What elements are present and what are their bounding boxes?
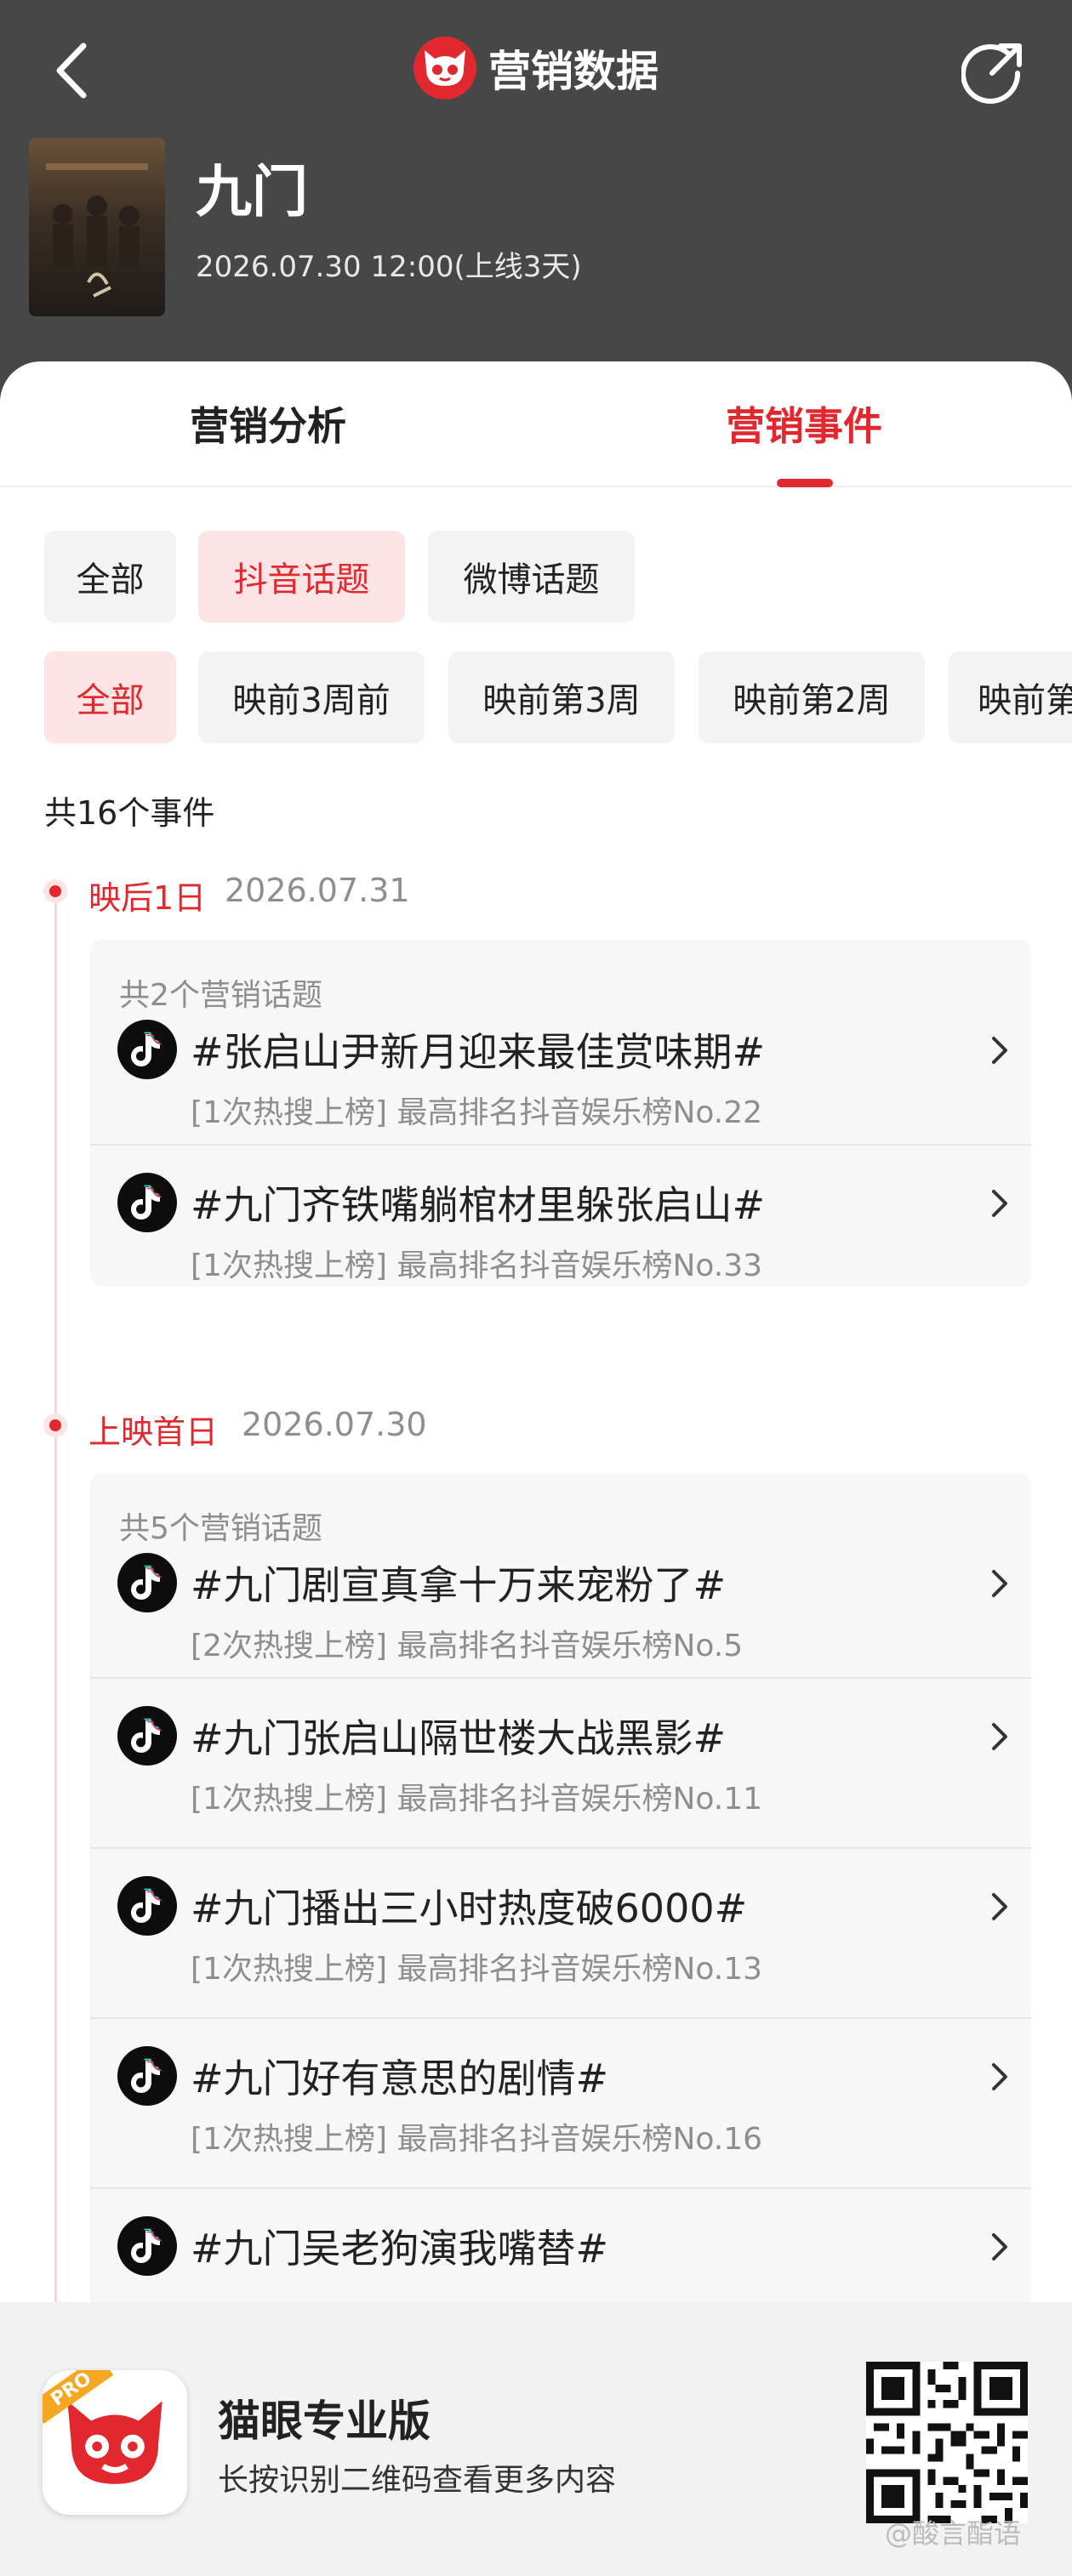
maoyan-logo-icon bbox=[413, 37, 476, 100]
topic-title: #张启山尹新月迎来最佳赏味期# bbox=[191, 1029, 766, 1075]
divider bbox=[90, 2187, 1031, 2189]
douyin-icon bbox=[117, 2216, 177, 2276]
douyin-icon bbox=[117, 1020, 177, 1079]
card-topic-count: 共5个营销话题 bbox=[119, 1511, 322, 1546]
douyin-icon bbox=[117, 1553, 177, 1612]
divider bbox=[90, 1144, 1031, 1146]
chevron-right-icon bbox=[992, 1893, 1007, 1920]
divider bbox=[90, 1847, 1031, 1849]
watermark: @酸言酯语 bbox=[885, 2517, 1022, 2550]
page-title: 营销数据 bbox=[488, 47, 659, 96]
event-card: 共2个营销话题 #张启山尹新月迎来最佳赏味期# [1次热搜上榜] 最高排名抖音娱… bbox=[90, 940, 1031, 1287]
movie-release-date: 2026.07.30 12:00(上线3天) bbox=[196, 250, 582, 284]
filter-period-all[interactable]: 全部 bbox=[44, 651, 176, 743]
topic-title: #九门齐铁嘴躺棺材里躲张启山# bbox=[191, 1182, 766, 1228]
filter-period-pre-week2[interactable]: 映前第2周 bbox=[699, 651, 925, 743]
topic-rank-info: [2次热搜上榜] 最高排名抖音娱乐榜No.5 bbox=[191, 1629, 744, 1663]
topic-title: #九门播出三小时热度破6000# bbox=[191, 1885, 748, 1931]
movie-poster bbox=[29, 138, 165, 316]
filter-period-pre-week1[interactable]: 映前第 bbox=[949, 651, 1072, 743]
timeline-day-label: 上映首日 bbox=[88, 1413, 219, 1451]
divider bbox=[90, 2017, 1031, 2019]
list-item[interactable]: #张启山尹新月迎来最佳赏味期# [1次热搜上榜] 最高排名抖音娱乐榜No.22 bbox=[90, 1020, 1031, 1130]
header: 营销数据 九门 2026.07.30 12:00(上线3天) bbox=[0, 0, 1072, 400]
maoyan-pro-app-icon: PRO bbox=[43, 2370, 187, 2515]
chevron-right-icon bbox=[992, 1037, 1007, 1064]
event-card: 共5个营销话题 #九门剧宣真拿十万来宠粉了# [2次热搜上榜] 最高排名抖音娱乐… bbox=[90, 1473, 1031, 2323]
footer-subtitle: 长按识别二维码查看更多内容 bbox=[218, 2463, 617, 2498]
timeline-day-label: 映后1日 bbox=[88, 879, 207, 917]
qr-code-icon[interactable] bbox=[866, 2362, 1028, 2523]
list-item[interactable]: #九门剧宣真拿十万来宠粉了# [2次热搜上榜] 最高排名抖音娱乐榜No.5 bbox=[90, 1553, 1031, 1663]
topic-rank-info: [1次热搜上榜] 最高排名抖音娱乐榜No.16 bbox=[191, 2122, 763, 2157]
topic-rank-info: [1次热搜上榜] 最高排名抖音娱乐榜No.13 bbox=[191, 1952, 763, 1987]
topic-title: #九门好有意思的剧情# bbox=[191, 2056, 609, 2101]
filter-platform-all[interactable]: 全部 bbox=[44, 531, 176, 623]
tab-marketing-analysis[interactable]: 营销分析 bbox=[0, 395, 536, 452]
douyin-icon bbox=[117, 1876, 177, 1936]
topic-title: #九门张启山隔世楼大战黑影# bbox=[191, 1715, 727, 1761]
footer-title: 猫眼专业版 bbox=[218, 2397, 431, 2446]
timeline-date: 2026.07.31 bbox=[225, 872, 410, 909]
brand: 营销数据 bbox=[0, 34, 1072, 102]
timeline-dot bbox=[43, 1413, 67, 1437]
event-total-count: 共16个事件 bbox=[44, 794, 215, 832]
chevron-right-icon bbox=[992, 2063, 1007, 2090]
movie-title: 九门 bbox=[196, 159, 308, 225]
topic-title: #九门吴老狗演我嘴替# bbox=[191, 2226, 609, 2272]
douyin-icon bbox=[117, 2046, 177, 2106]
filter-period-pre-week3[interactable]: 映前第3周 bbox=[448, 651, 675, 743]
filter-platform-douyin[interactable]: 抖音话题 bbox=[198, 531, 405, 623]
topic-rank-info: [1次热搜上榜] 最高排名抖音娱乐榜No.22 bbox=[191, 1095, 763, 1130]
timeline-date: 2026.07.30 bbox=[242, 1406, 427, 1443]
list-item[interactable]: #九门好有意思的剧情# [1次热搜上榜] 最高排名抖音娱乐榜No.16 bbox=[90, 2017, 1031, 2160]
topic-rank-info: [1次热搜上榜] 最高排名抖音娱乐榜No.33 bbox=[191, 1248, 763, 1283]
divider bbox=[90, 1677, 1031, 1679]
main-panel: 营销分析 营销事件 全部 抖音话题 微博话题 全部 映前3周前 映前第3周 映前… bbox=[0, 361, 1072, 2576]
chevron-right-icon bbox=[992, 1570, 1007, 1597]
list-item[interactable]: #九门齐铁嘴躺棺材里躲张启山# [1次热搜上榜] 最高排名抖音娱乐榜No.33 bbox=[90, 1144, 1031, 1287]
card-topic-count: 共2个营销话题 bbox=[119, 978, 322, 1013]
filter-period-pre3plus[interactable]: 映前3周前 bbox=[198, 651, 425, 743]
douyin-icon bbox=[117, 1173, 177, 1232]
topic-title: #九门剧宣真拿十万来宠粉了# bbox=[191, 1562, 727, 1608]
share-icon[interactable] bbox=[961, 39, 1026, 104]
chevron-right-icon bbox=[992, 2233, 1007, 2260]
filter-platform-weibo[interactable]: 微博话题 bbox=[428, 531, 635, 623]
chevron-right-icon bbox=[992, 1190, 1007, 1217]
active-tab-indicator bbox=[777, 479, 833, 487]
tab-bar: 营销分析 营销事件 bbox=[0, 361, 1072, 487]
list-item[interactable]: #九门张启山隔世楼大战黑影# [1次热搜上榜] 最高排名抖音娱乐榜No.11 bbox=[90, 1677, 1031, 1820]
list-item[interactable]: #九门播出三小时热度破6000# [1次热搜上榜] 最高排名抖音娱乐榜No.13 bbox=[90, 1847, 1031, 1990]
timeline-dot bbox=[43, 879, 67, 903]
chevron-right-icon bbox=[992, 1723, 1007, 1750]
topic-rank-info: [1次热搜上榜] 最高排名抖音娱乐榜No.11 bbox=[191, 1782, 763, 1817]
tab-marketing-events[interactable]: 营销事件 bbox=[536, 395, 1072, 452]
douyin-icon bbox=[117, 1706, 177, 1766]
